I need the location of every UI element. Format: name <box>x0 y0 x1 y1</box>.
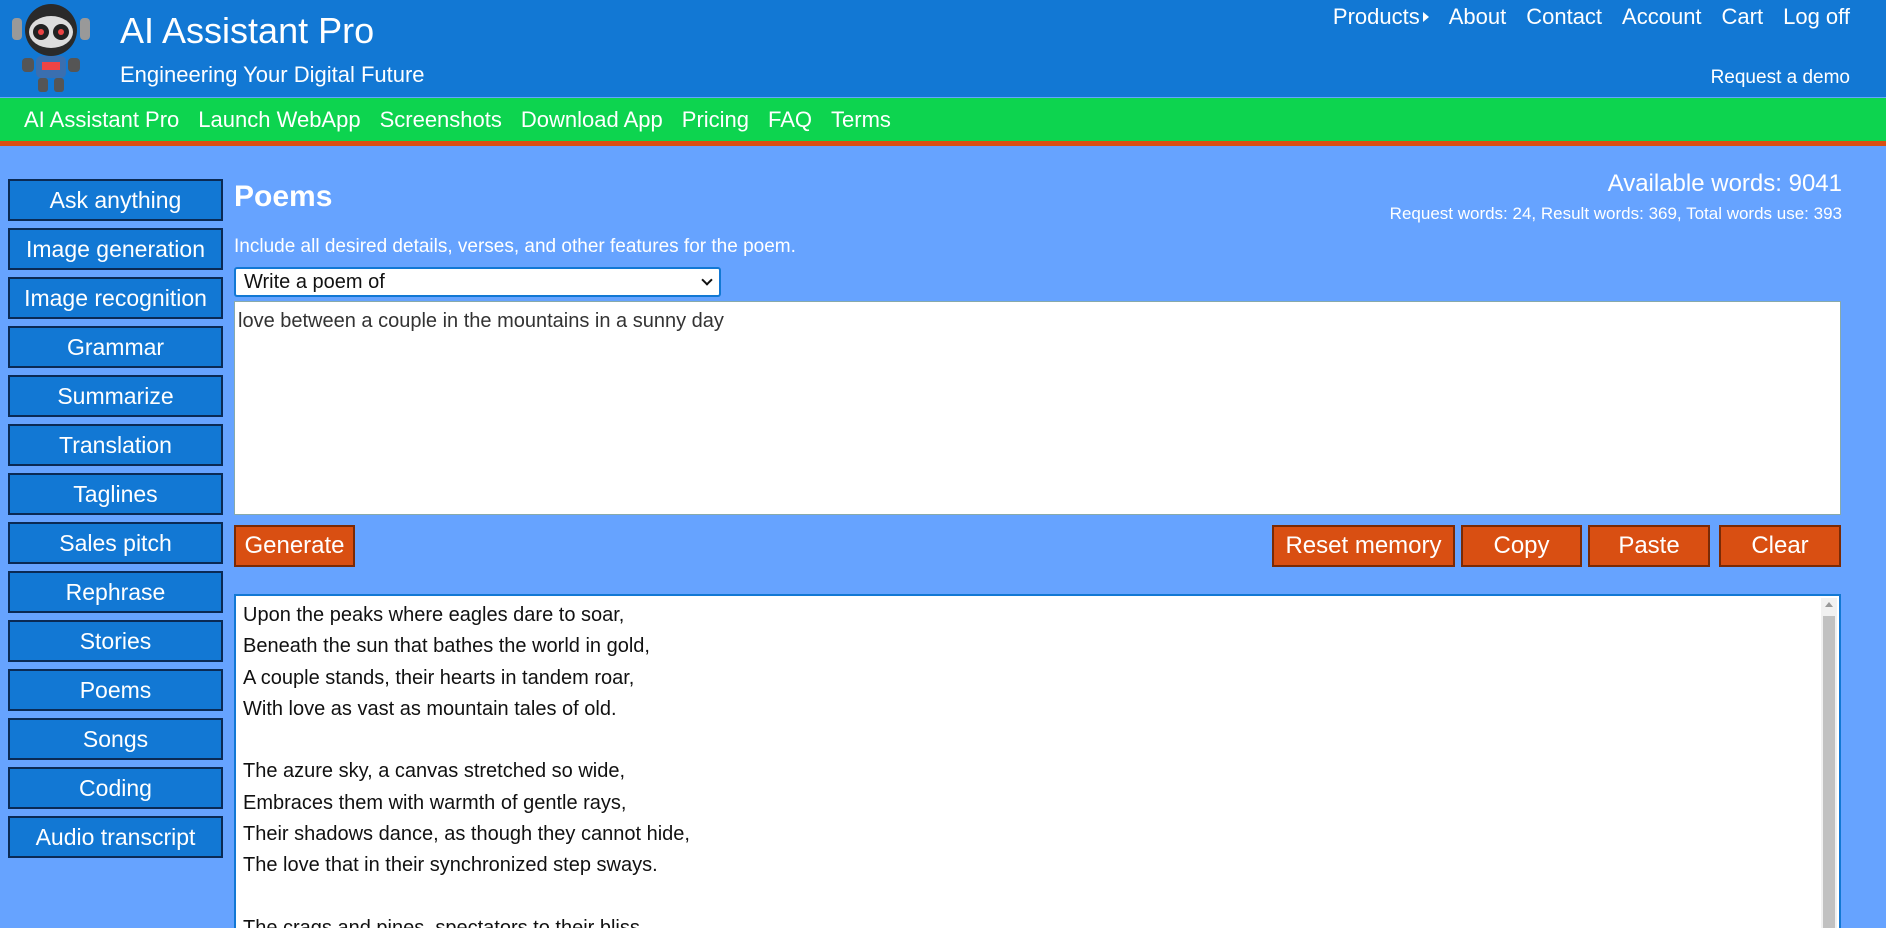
sidebar-item-sales-pitch[interactable]: Sales pitch <box>8 522 223 564</box>
menu-faq[interactable]: FAQ <box>768 107 812 133</box>
menu-terms[interactable]: Terms <box>831 107 891 133</box>
generate-button[interactable]: Generate <box>234 525 355 567</box>
paste-button[interactable]: Paste <box>1588 525 1710 567</box>
scroll-up-arrow-icon[interactable] <box>1825 602 1833 607</box>
prompt-input[interactable]: love between a couple in the mountains i… <box>234 301 1841 515</box>
chevron-down-icon <box>701 274 713 286</box>
sidebar-item-audio-transcript[interactable]: Audio transcript <box>8 816 223 858</box>
poem-line: A couple stands, their hearts in tandem … <box>243 666 635 689</box>
request-demo-link[interactable]: Request a demo <box>1711 67 1850 89</box>
poem-line: The crags and pines, spectators to their… <box>243 916 646 928</box>
poem-type-value: Write a poem of <box>244 270 385 293</box>
sidebar-item-rephrase[interactable]: Rephrase <box>8 571 223 613</box>
poem-line: Their shadows dance, as though they cann… <box>243 823 690 846</box>
nav-cart[interactable]: Cart <box>1722 4 1764 30</box>
copy-button[interactable]: Copy <box>1461 525 1582 567</box>
sidebar-item-image-recognition[interactable]: Image recognition <box>8 277 223 319</box>
poem-line: Upon the peaks where eagles dare to soar… <box>243 604 625 626</box>
poem-type-select[interactable]: Write a poem of <box>234 267 721 297</box>
nav-about[interactable]: About <box>1449 4 1507 30</box>
tool-sidebar: Ask anything Image generation Image reco… <box>8 179 223 865</box>
action-buttons: Generate Reset memory Copy Paste Clear <box>234 525 1841 567</box>
caret-right-icon <box>1422 12 1429 22</box>
poem-line <box>243 725 1832 756</box>
main-menu: AI Assistant Pro Launch WebApp Screensho… <box>0 98 1886 146</box>
menu-screenshots[interactable]: Screenshots <box>380 107 502 133</box>
nav-account[interactable]: Account <box>1622 4 1702 30</box>
poem-line: The love that in their synchronized step… <box>243 854 658 877</box>
app-title: AI Assistant Pro <box>120 10 375 51</box>
sidebar-item-translation[interactable]: Translation <box>8 424 223 466</box>
reset-memory-button[interactable]: Reset memory <box>1272 525 1455 567</box>
robot-logo-icon <box>12 4 90 92</box>
menu-ai-assistant-pro[interactable]: AI Assistant Pro <box>24 107 179 133</box>
top-nav: Products About Contact Account Cart Log … <box>1333 4 1850 30</box>
instructions-text: Include all desired details, verses, and… <box>234 236 796 257</box>
sidebar-item-ask-anything[interactable]: Ask anything <box>8 179 223 221</box>
available-words: Available words: 9041 <box>1607 170 1842 197</box>
sidebar-item-stories[interactable]: Stories <box>8 620 223 662</box>
output-scrollbar[interactable] <box>1821 598 1837 928</box>
scroll-thumb[interactable] <box>1823 616 1835 928</box>
nav-log-off[interactable]: Log off <box>1783 4 1850 30</box>
menu-pricing[interactable]: Pricing <box>682 107 749 133</box>
clear-button[interactable]: Clear <box>1719 525 1841 567</box>
poem-line: Embraces them with warmth of gentle rays… <box>243 791 627 814</box>
nav-products[interactable]: Products <box>1333 4 1429 30</box>
menu-download-app[interactable]: Download App <box>521 107 663 133</box>
page-title: Poems <box>234 180 333 213</box>
sidebar-item-taglines[interactable]: Taglines <box>8 473 223 515</box>
word-usage: Request words: 24, Result words: 369, To… <box>1389 204 1842 223</box>
sidebar-item-summarize[interactable]: Summarize <box>8 375 223 417</box>
poem-line: The azure sky, a canvas stretched so wid… <box>243 760 626 783</box>
poem-line: With love as vast as mountain tales of o… <box>243 697 617 720</box>
sidebar-item-coding[interactable]: Coding <box>8 767 223 809</box>
sidebar-item-songs[interactable]: Songs <box>8 718 223 760</box>
sidebar-item-image-generation[interactable]: Image generation <box>8 228 223 270</box>
app-tagline: Engineering Your Digital Future <box>120 62 425 87</box>
sidebar-item-grammar[interactable]: Grammar <box>8 326 223 368</box>
poem-line <box>243 882 1832 913</box>
sidebar-item-poems[interactable]: Poems <box>8 669 223 711</box>
site-header: AI Assistant Pro Engineering Your Digita… <box>0 0 1886 97</box>
nav-contact[interactable]: Contact <box>1526 4 1602 30</box>
poem-output[interactable]: Upon the peaks where eagles dare to soar… <box>234 594 1841 928</box>
menu-launch-webapp[interactable]: Launch WebApp <box>198 107 360 133</box>
poem-line: Beneath the sun that bathes the world in… <box>243 635 650 658</box>
